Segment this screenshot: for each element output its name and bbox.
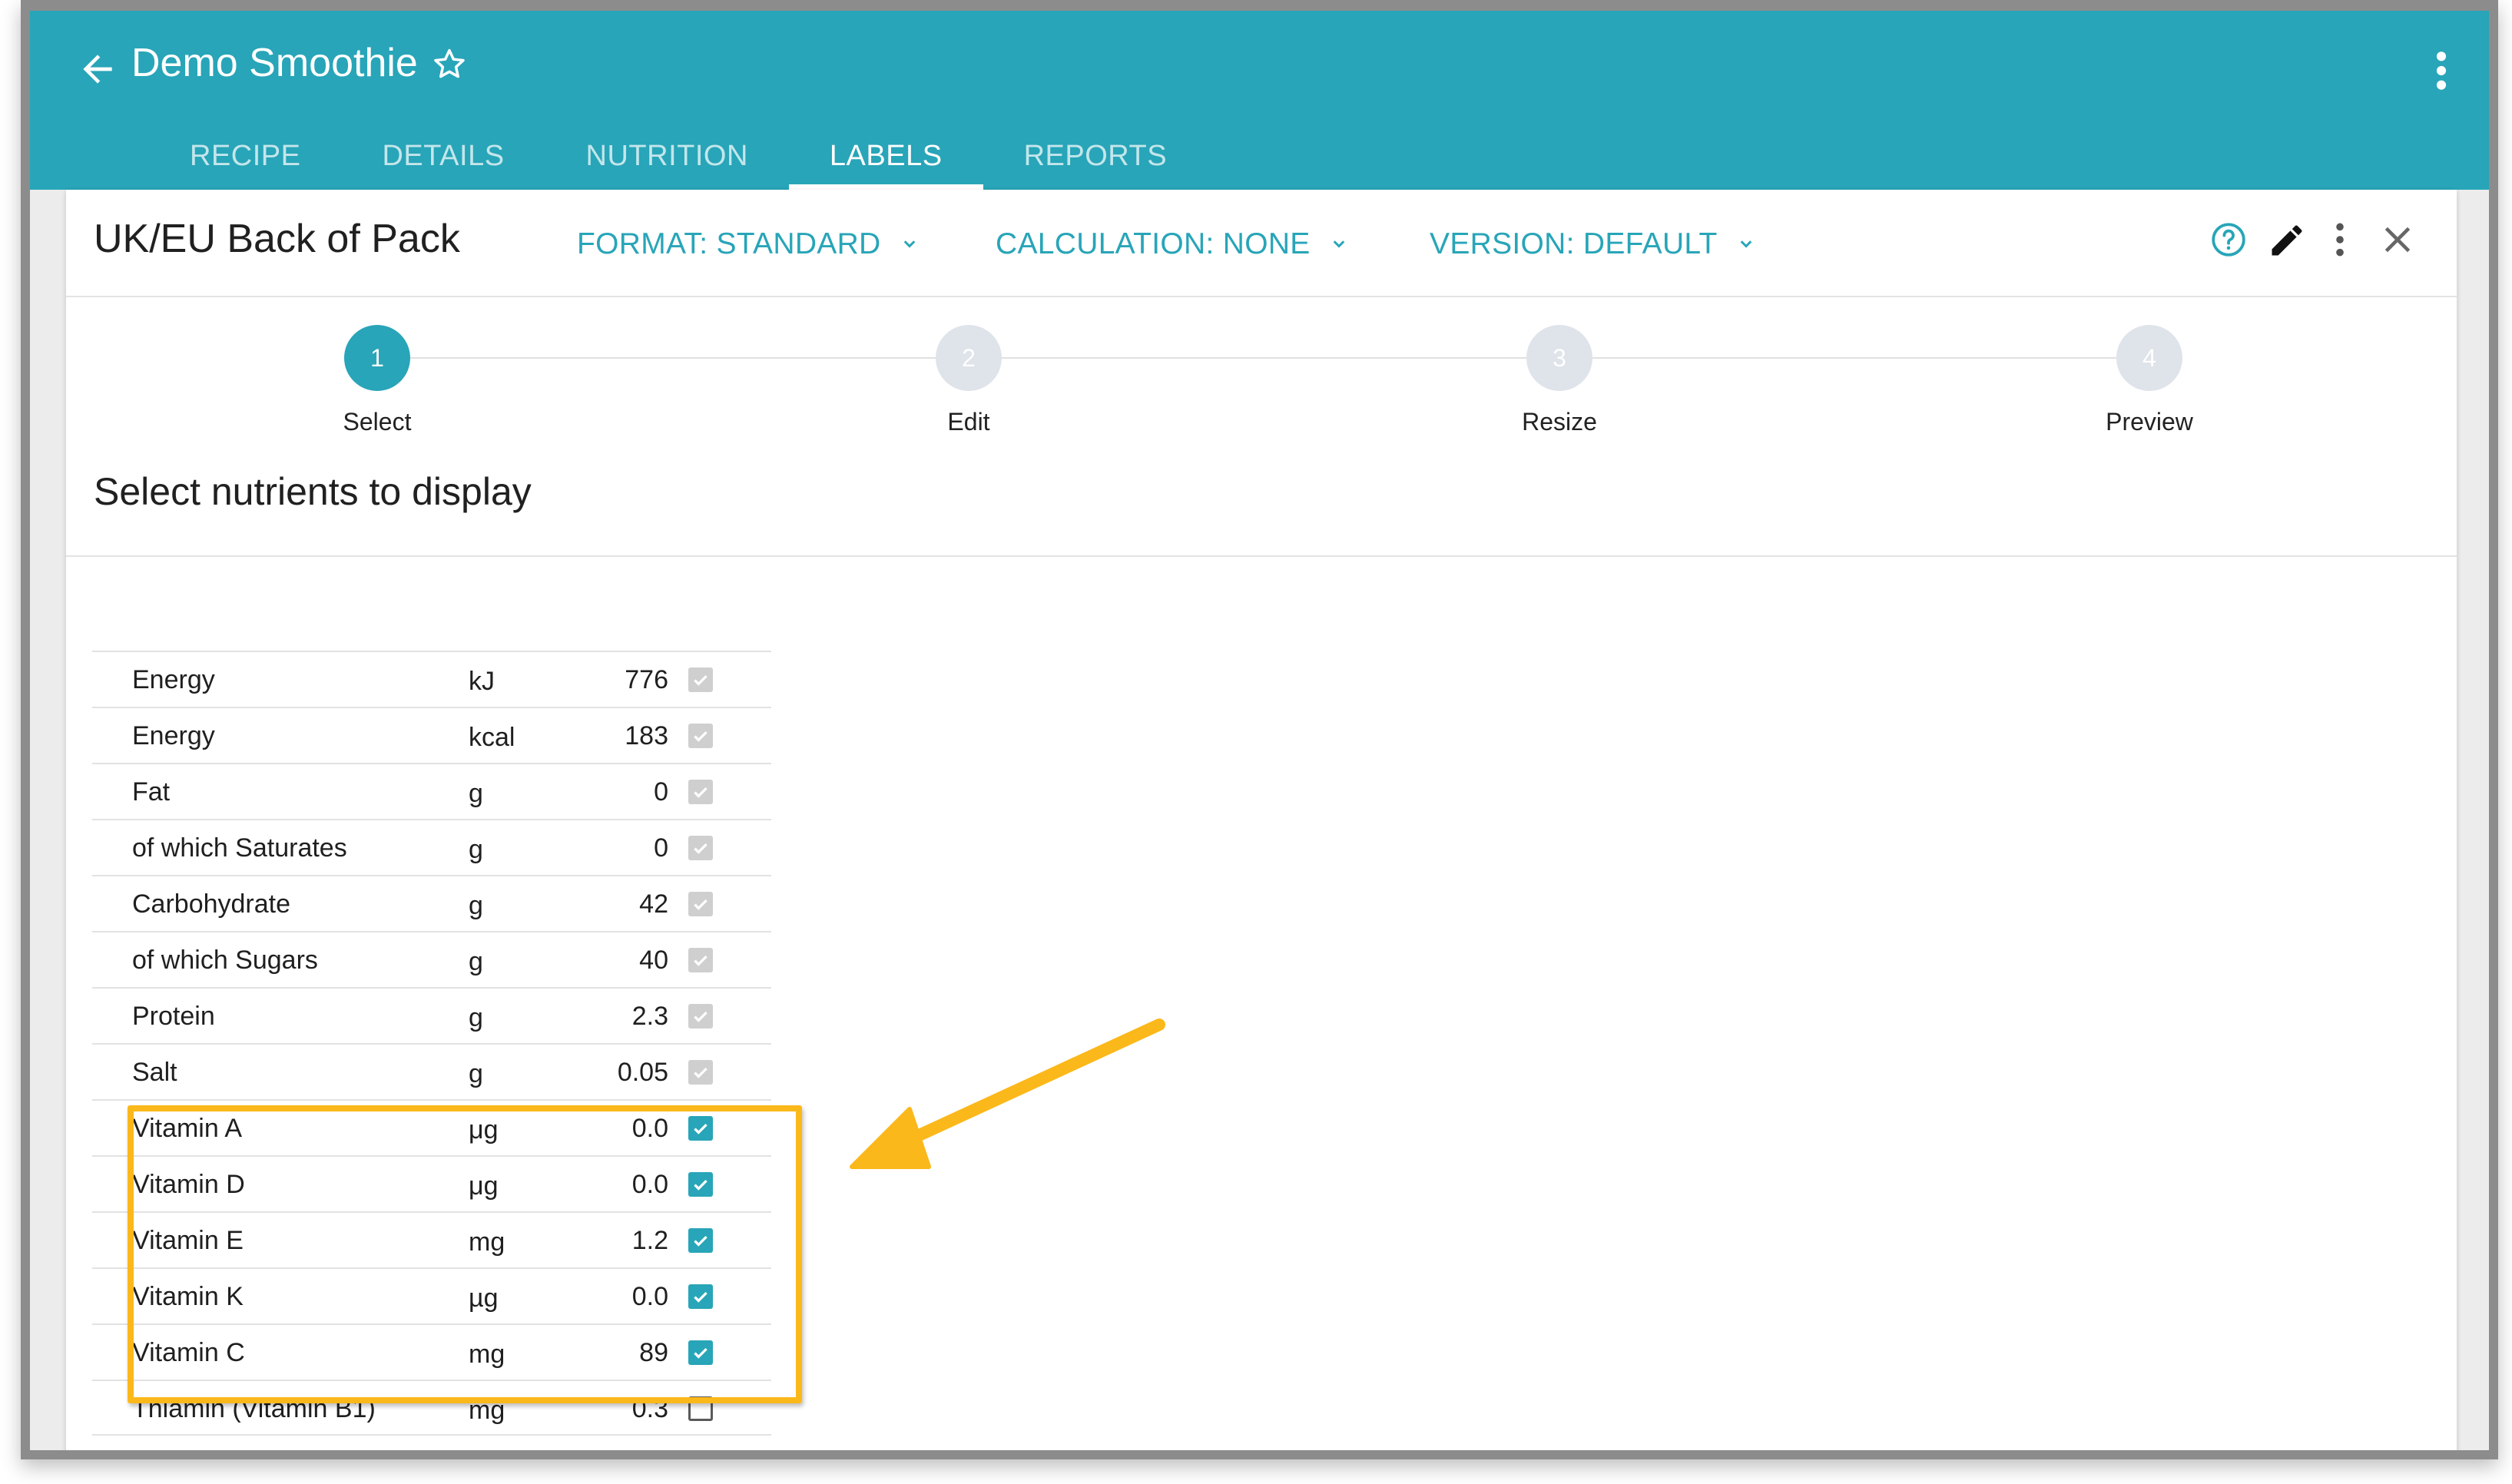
nutrient-unit: g <box>469 835 483 864</box>
nutrient-row: Carbohydrate g 42 <box>92 875 771 931</box>
nutrient-checkbox <box>688 836 713 860</box>
panel-header: UK/EU Back of Pack FORMAT: STANDARD CALC… <box>66 190 2457 297</box>
tab-bar: RECIPE DETAILS NUTRITION LABELS REPORTS <box>149 124 1208 190</box>
favorite-star-icon[interactable] <box>429 45 469 84</box>
nutrient-checkbox <box>688 724 713 748</box>
nutrient-value: 2.3 <box>631 1002 668 1031</box>
nutrient-value: 0.05 <box>617 1058 668 1087</box>
tab-details[interactable]: DETAILS <box>341 124 545 190</box>
recipe-title: Demo Smoothie <box>131 41 418 85</box>
step-edit[interactable]: 2 Edit <box>892 325 1046 437</box>
checkmark-icon <box>694 674 708 686</box>
tab-recipe[interactable]: RECIPE <box>149 124 341 190</box>
tab-nutrition[interactable]: NUTRITION <box>545 124 789 190</box>
step-number: 2 <box>936 325 1002 391</box>
back-arrow-icon[interactable] <box>76 48 119 91</box>
divider <box>66 555 2457 557</box>
format-dropdown-label: FORMAT: STANDARD <box>577 227 881 260</box>
panel-more-options-icon[interactable] <box>2332 220 2348 259</box>
chevron-down-icon <box>1740 240 1751 248</box>
checkmark-icon <box>694 730 708 742</box>
calculation-dropdown[interactable]: CALCULATION: NONE <box>996 227 1350 262</box>
stepper: 1 Select 2 Edit 3 Resize 4 Preview <box>66 296 2457 449</box>
nutrient-value: 40 <box>639 946 668 975</box>
tab-labels[interactable]: LABELS <box>788 124 983 190</box>
nutrient-value: 183 <box>625 721 668 750</box>
checkmark-icon <box>694 1011 708 1022</box>
step-label: Select <box>343 408 412 436</box>
more-options-icon[interactable] <box>2434 49 2449 92</box>
nutrient-row: of which Sugars g 40 <box>92 931 771 987</box>
chevron-down-icon <box>1333 240 1344 248</box>
nutrient-row: Energy kJ 776 <box>92 651 771 707</box>
step-number: 4 <box>2116 325 2182 391</box>
nutrient-checkbox <box>688 1004 713 1029</box>
checkmark-icon <box>694 787 708 798</box>
nutrient-unit: kcal <box>469 723 515 752</box>
tab-label: LABELS <box>829 140 943 172</box>
tab-label: DETAILS <box>382 140 505 172</box>
nutrient-checkbox <box>688 948 713 972</box>
calculation-dropdown-label: CALCULATION: NONE <box>996 227 1311 260</box>
tab-reports[interactable]: REPORTS <box>983 124 1208 190</box>
checkmark-icon <box>694 899 708 910</box>
nutrient-row: Fat g 0 <box>92 763 771 819</box>
nutrient-name: Carbohydrate <box>132 889 291 919</box>
version-dropdown[interactable]: VERSION: DEFAULT <box>1430 227 1758 262</box>
stepper-connector-line <box>377 357 2144 359</box>
nutrient-row: of which Saturates g 0 <box>92 819 771 875</box>
tab-label: REPORTS <box>1023 140 1168 172</box>
tab-label: RECIPE <box>190 140 301 172</box>
nutrient-unit: g <box>469 1059 483 1088</box>
step-label: Edit <box>947 408 990 436</box>
nutrient-checkbox <box>688 1060 713 1085</box>
checkmark-icon <box>694 1067 708 1078</box>
nutrient-value: 776 <box>625 665 668 694</box>
panel-title: UK/EU Back of Pack <box>94 217 460 261</box>
nutrient-unit: g <box>469 891 483 920</box>
tab-label: NUTRITION <box>585 140 748 172</box>
nutrient-name: Energy <box>132 665 215 694</box>
nutrient-unit: kJ <box>469 667 495 696</box>
nutrient-name: Protein <box>132 1002 215 1031</box>
step-number: 1 <box>344 325 410 391</box>
nutrient-name: of which Sugars <box>132 946 318 975</box>
nutrient-name: Salt <box>132 1058 177 1087</box>
nutrient-unit: g <box>469 1003 483 1032</box>
nutrient-unit: g <box>469 779 483 808</box>
callout-arrow-icon <box>850 1019 1165 1169</box>
help-icon[interactable] <box>2209 220 2248 259</box>
step-preview[interactable]: 4 Preview <box>2073 325 2226 437</box>
format-dropdown[interactable]: FORMAT: STANDARD <box>577 227 921 262</box>
nutrient-unit: g <box>469 947 483 976</box>
app-bar: Demo Smoothie RECIPE DETAILS NUTRITION L… <box>30 11 2489 190</box>
nutrient-value: 42 <box>639 889 668 919</box>
nutrient-value: 0 <box>654 833 668 863</box>
checkmark-icon <box>694 843 708 854</box>
checkmark-icon <box>694 955 708 966</box>
nutrient-name: Energy <box>132 721 215 750</box>
nutrient-row: Protein g 2.3 <box>92 987 771 1043</box>
step-select[interactable]: 1 Select <box>300 325 454 437</box>
highlight-box <box>128 1105 802 1403</box>
section-title: Select nutrients to display <box>94 470 532 513</box>
edit-pencil-icon[interactable] <box>2267 220 2307 260</box>
step-label: Resize <box>1522 408 1597 436</box>
nutrient-name: of which Saturates <box>132 833 347 863</box>
close-icon[interactable] <box>2378 220 2417 259</box>
version-dropdown-label: VERSION: DEFAULT <box>1430 227 1718 260</box>
nutrient-checkbox <box>688 780 713 804</box>
nutrient-value: 0 <box>654 777 668 807</box>
app-window: Demo Smoothie RECIPE DETAILS NUTRITION L… <box>21 0 2498 1459</box>
nutrient-name: Fat <box>132 777 171 807</box>
step-label: Preview <box>2106 408 2193 436</box>
step-number: 3 <box>1526 325 1592 391</box>
nutrient-row: Energy kcal 183 <box>92 707 771 763</box>
nutrient-row: Salt g 0.05 <box>92 1043 771 1099</box>
chevron-down-icon <box>903 240 915 248</box>
nutrient-checkbox <box>688 892 713 916</box>
step-resize[interactable]: 3 Resize <box>1483 325 1636 437</box>
nutrient-checkbox <box>688 667 713 692</box>
